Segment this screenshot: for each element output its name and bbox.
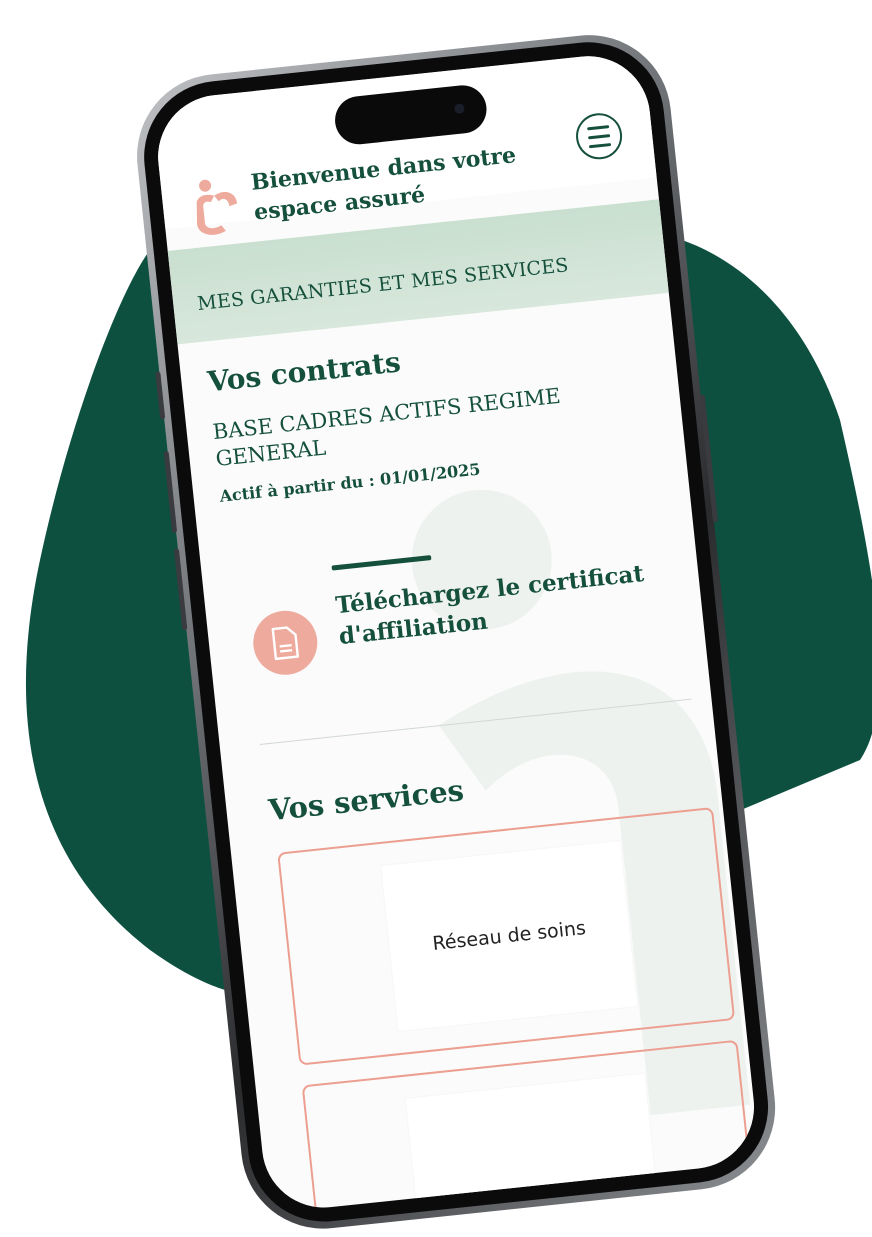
certificate-download-button[interactable] (250, 607, 321, 678)
service-card-reseau-de-soins[interactable]: Réseau de soins (277, 807, 736, 1066)
brand-logo-icon (196, 179, 238, 235)
hamburger-menu-icon (587, 124, 610, 130)
certificate-download-link[interactable]: Téléchargez le certificat d'affiliation (334, 557, 659, 652)
contracts-heading: Vos contrats (205, 345, 403, 399)
document-icon (271, 626, 300, 661)
section-divider (259, 698, 692, 746)
service-label: Réseau de soins (431, 917, 587, 955)
accent-rule (331, 555, 432, 571)
services-heading: Vos services (266, 773, 466, 828)
menu-button[interactable] (573, 110, 625, 162)
service-card-content: Réseau de soins (381, 840, 638, 1032)
